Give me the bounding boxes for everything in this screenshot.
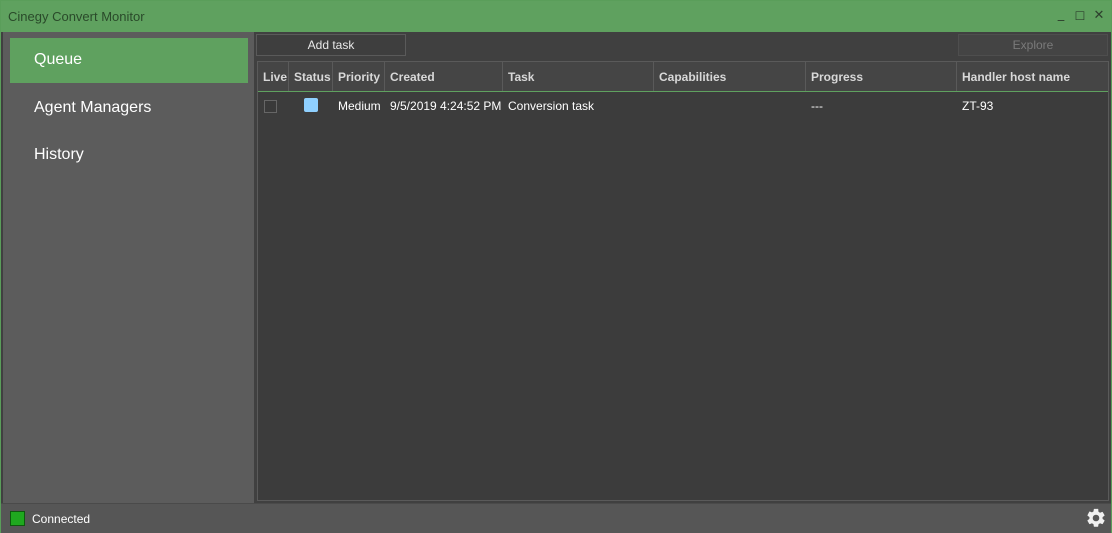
queue-panel: Add task Explore Live Status Priority Cr… xyxy=(255,32,1109,503)
cell-task: Conversion task xyxy=(508,99,595,113)
close-button[interactable]: ✕ xyxy=(1091,7,1107,25)
task-table: Live Status Priority Created Task Capabi… xyxy=(257,61,1109,501)
sidebar-item-label: History xyxy=(34,146,84,163)
column-header-created[interactable]: Created xyxy=(385,62,503,91)
cell-priority: Medium xyxy=(338,99,381,113)
column-header-priority[interactable]: Priority xyxy=(333,62,385,91)
app-window: Cinegy Convert Monitor _ ☐ ✕ Queue Agent… xyxy=(0,0,1112,533)
window-title: Cinegy Convert Monitor xyxy=(8,9,145,24)
cell-created: 9/5/2019 4:24:52 PM xyxy=(390,99,502,113)
cell-capabilities xyxy=(654,93,806,119)
title-bar[interactable]: Cinegy Convert Monitor _ ☐ ✕ xyxy=(1,1,1111,32)
minimize-button[interactable]: _ xyxy=(1053,6,1069,24)
table-header: Live Status Priority Created Task Capabi… xyxy=(258,62,1108,92)
gear-icon[interactable] xyxy=(1085,507,1107,529)
connection-status: Connected xyxy=(32,512,91,526)
column-header-progress[interactable]: Progress xyxy=(806,62,957,91)
explore-button[interactable]: Explore xyxy=(958,34,1108,56)
column-header-capabilities[interactable]: Capabilities xyxy=(654,62,806,91)
column-header-task[interactable]: Task xyxy=(503,62,654,91)
sidebar-item-agent-managers[interactable]: Agent Managers xyxy=(10,86,248,131)
column-header-live[interactable]: Live xyxy=(258,62,289,91)
add-task-button[interactable]: Add task xyxy=(256,34,406,56)
maximize-button[interactable]: ☐ xyxy=(1072,7,1088,25)
cell-progress: --- xyxy=(811,99,823,113)
live-checkbox[interactable] xyxy=(264,100,277,113)
column-header-status[interactable]: Status xyxy=(289,62,333,91)
sidebar-item-history[interactable]: History xyxy=(10,133,248,178)
table-row[interactable]: Medium 9/5/2019 4:24:52 PM Conversion ta… xyxy=(258,93,1108,119)
sidebar-item-label: Agent Managers xyxy=(34,99,152,116)
status-indicator xyxy=(304,98,318,112)
sidebar: Queue Agent Managers History xyxy=(3,32,254,503)
sidebar-item-queue[interactable]: Queue xyxy=(10,38,248,83)
column-header-handler-host-name[interactable]: Handler host name xyxy=(957,62,1108,91)
cell-handler-host-name: ZT-93 xyxy=(962,99,994,113)
connection-indicator xyxy=(10,511,25,526)
sidebar-item-label: Queue xyxy=(34,51,83,68)
status-bar: Connected xyxy=(1,503,1111,533)
